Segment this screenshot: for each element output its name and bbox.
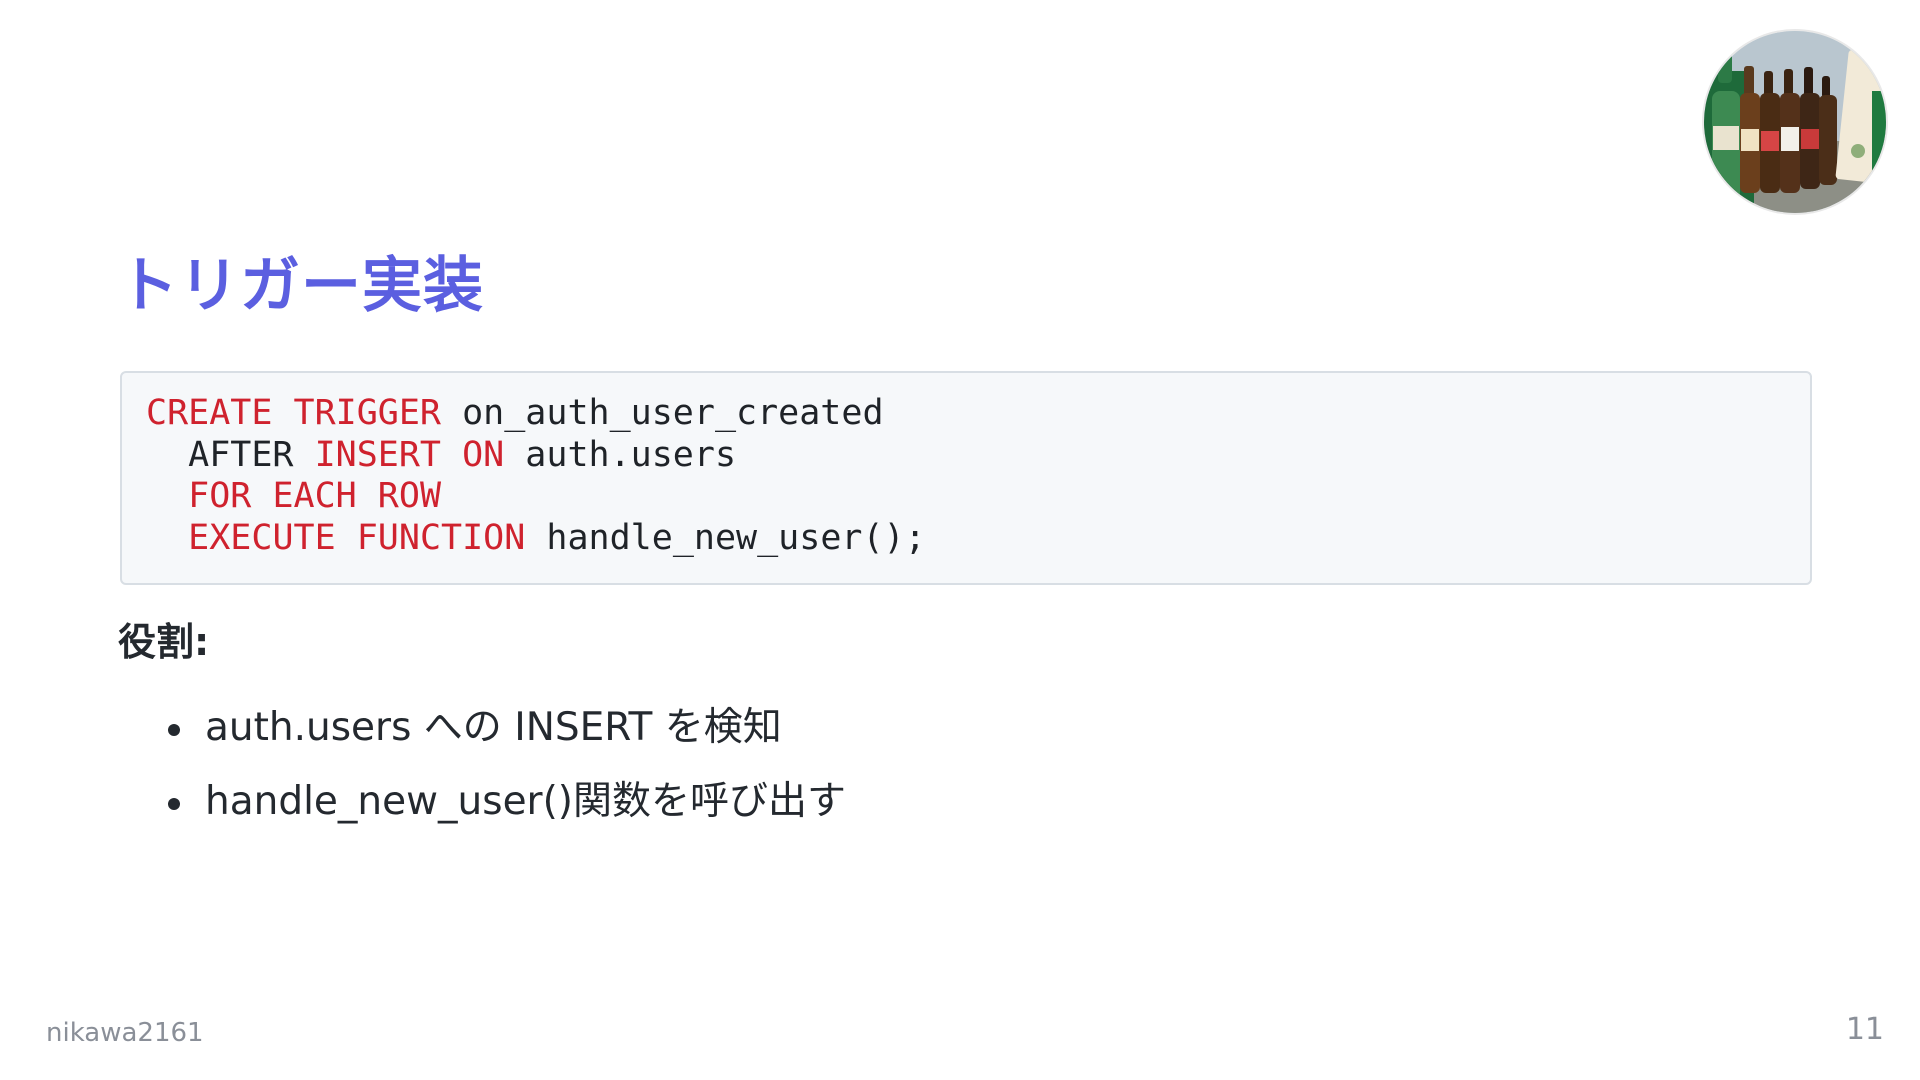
avatar xyxy=(1704,31,1886,213)
slide: トリガー実装 CREATE TRIGGER on_auth_user_creat… xyxy=(0,0,1920,1080)
list-item: auth.users への INSERT を検知 xyxy=(150,700,846,774)
code-text: handle_new_user(); xyxy=(525,517,926,558)
code-text: AFTER xyxy=(146,434,315,475)
list-item-text: handle_new_user()関数を呼び出す xyxy=(205,779,847,824)
slide-title: トリガー実装 xyxy=(118,251,484,321)
code-line: AFTER INSERT ON auth.users xyxy=(146,435,1786,477)
list-item: handle_new_user()関数を呼び出す xyxy=(150,774,846,848)
footer-author: nikawa2161 xyxy=(46,1018,204,1048)
bullet-dot-icon xyxy=(168,798,180,810)
code-text: auth.users xyxy=(504,434,737,475)
code-keyword: CREATE TRIGGER xyxy=(146,393,442,433)
code-keyword: FOR EACH ROW xyxy=(188,476,442,516)
code-line: FOR EACH ROW xyxy=(146,476,1786,518)
code-line: CREATE TRIGGER on_auth_user_created xyxy=(146,393,1786,435)
bullet-dot-icon xyxy=(168,724,180,736)
bullet-list: auth.users への INSERT を検知 handle_new_user… xyxy=(150,700,846,848)
role-label: 役割: xyxy=(118,620,210,664)
avatar-photo-bottles-icon xyxy=(1704,31,1886,213)
list-item-text: auth.users への INSERT を検知 xyxy=(205,705,782,750)
code-line: EXECUTE FUNCTION handle_new_user(); xyxy=(146,518,1786,560)
code-keyword: EXECUTE FUNCTION xyxy=(188,517,526,558)
code-keyword: INSERT ON xyxy=(314,434,505,475)
code-text: on_auth_user_created xyxy=(441,393,884,433)
page-number: 11 xyxy=(1845,1012,1884,1047)
code-block: CREATE TRIGGER on_auth_user_created AFTE… xyxy=(120,371,1812,585)
